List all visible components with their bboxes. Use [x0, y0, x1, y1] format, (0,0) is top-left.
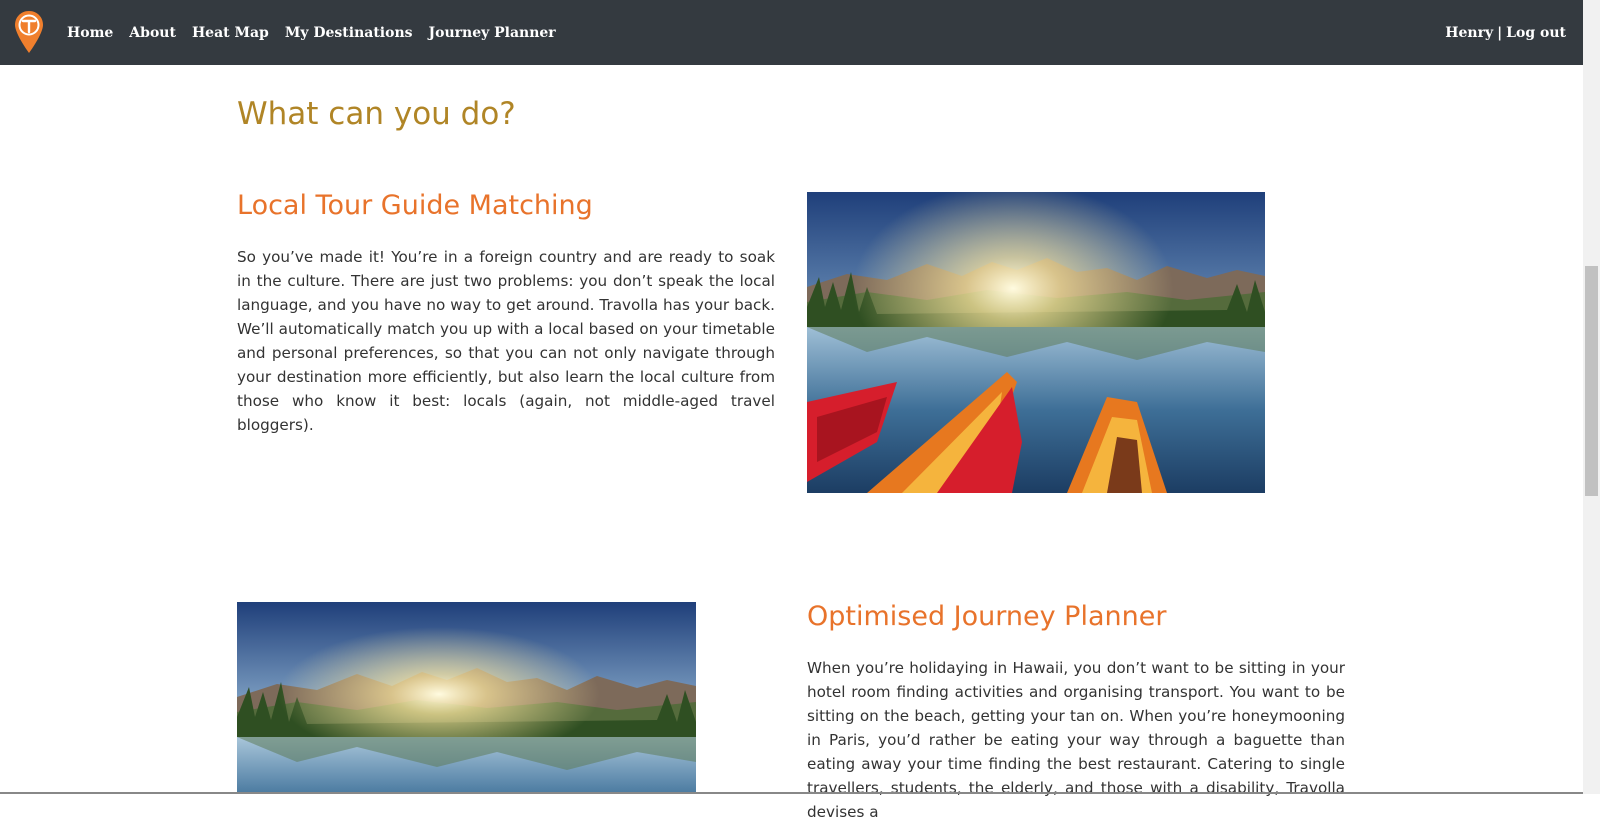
- page-scrollbar[interactable]: [1583, 0, 1600, 794]
- travolla-logo-icon[interactable]: [14, 10, 44, 54]
- nav-journey-planner-link[interactable]: Journey Planner: [429, 25, 556, 41]
- top-navbar: Home About Heat Map My Destinations Jour…: [0, 0, 1583, 65]
- nav-my-destinations-link[interactable]: My Destinations: [285, 25, 413, 41]
- main-nav: Home About Heat Map My Destinations Jour…: [67, 0, 572, 65]
- logout-link[interactable]: Log out: [1506, 25, 1566, 41]
- section-title-tour-guide: Local Tour Guide Matching: [237, 190, 593, 221]
- section-text-tour-guide: So you’ve made it! You’re in a foreign c…: [237, 248, 775, 434]
- user-menu-separator: |: [1497, 24, 1503, 41]
- nav-home-link[interactable]: Home: [67, 25, 113, 41]
- nav-heat-map-link[interactable]: Heat Map: [192, 25, 269, 41]
- user-name-link[interactable]: Henry: [1445, 25, 1493, 41]
- section-title-journey-planner: Optimised Journey Planner: [807, 601, 1167, 632]
- user-menu: Henry | Log out: [1445, 0, 1566, 65]
- lake-boats-photo-2: [237, 602, 696, 794]
- page-heading: What can you do?: [237, 96, 516, 132]
- nav-about-link[interactable]: About: [129, 25, 176, 41]
- scrollbar-thumb[interactable]: [1585, 266, 1598, 496]
- lake-boats-photo: [807, 192, 1265, 493]
- section-text-journey-planner: When you’re holidaying in Hawaii, you do…: [807, 659, 1345, 821]
